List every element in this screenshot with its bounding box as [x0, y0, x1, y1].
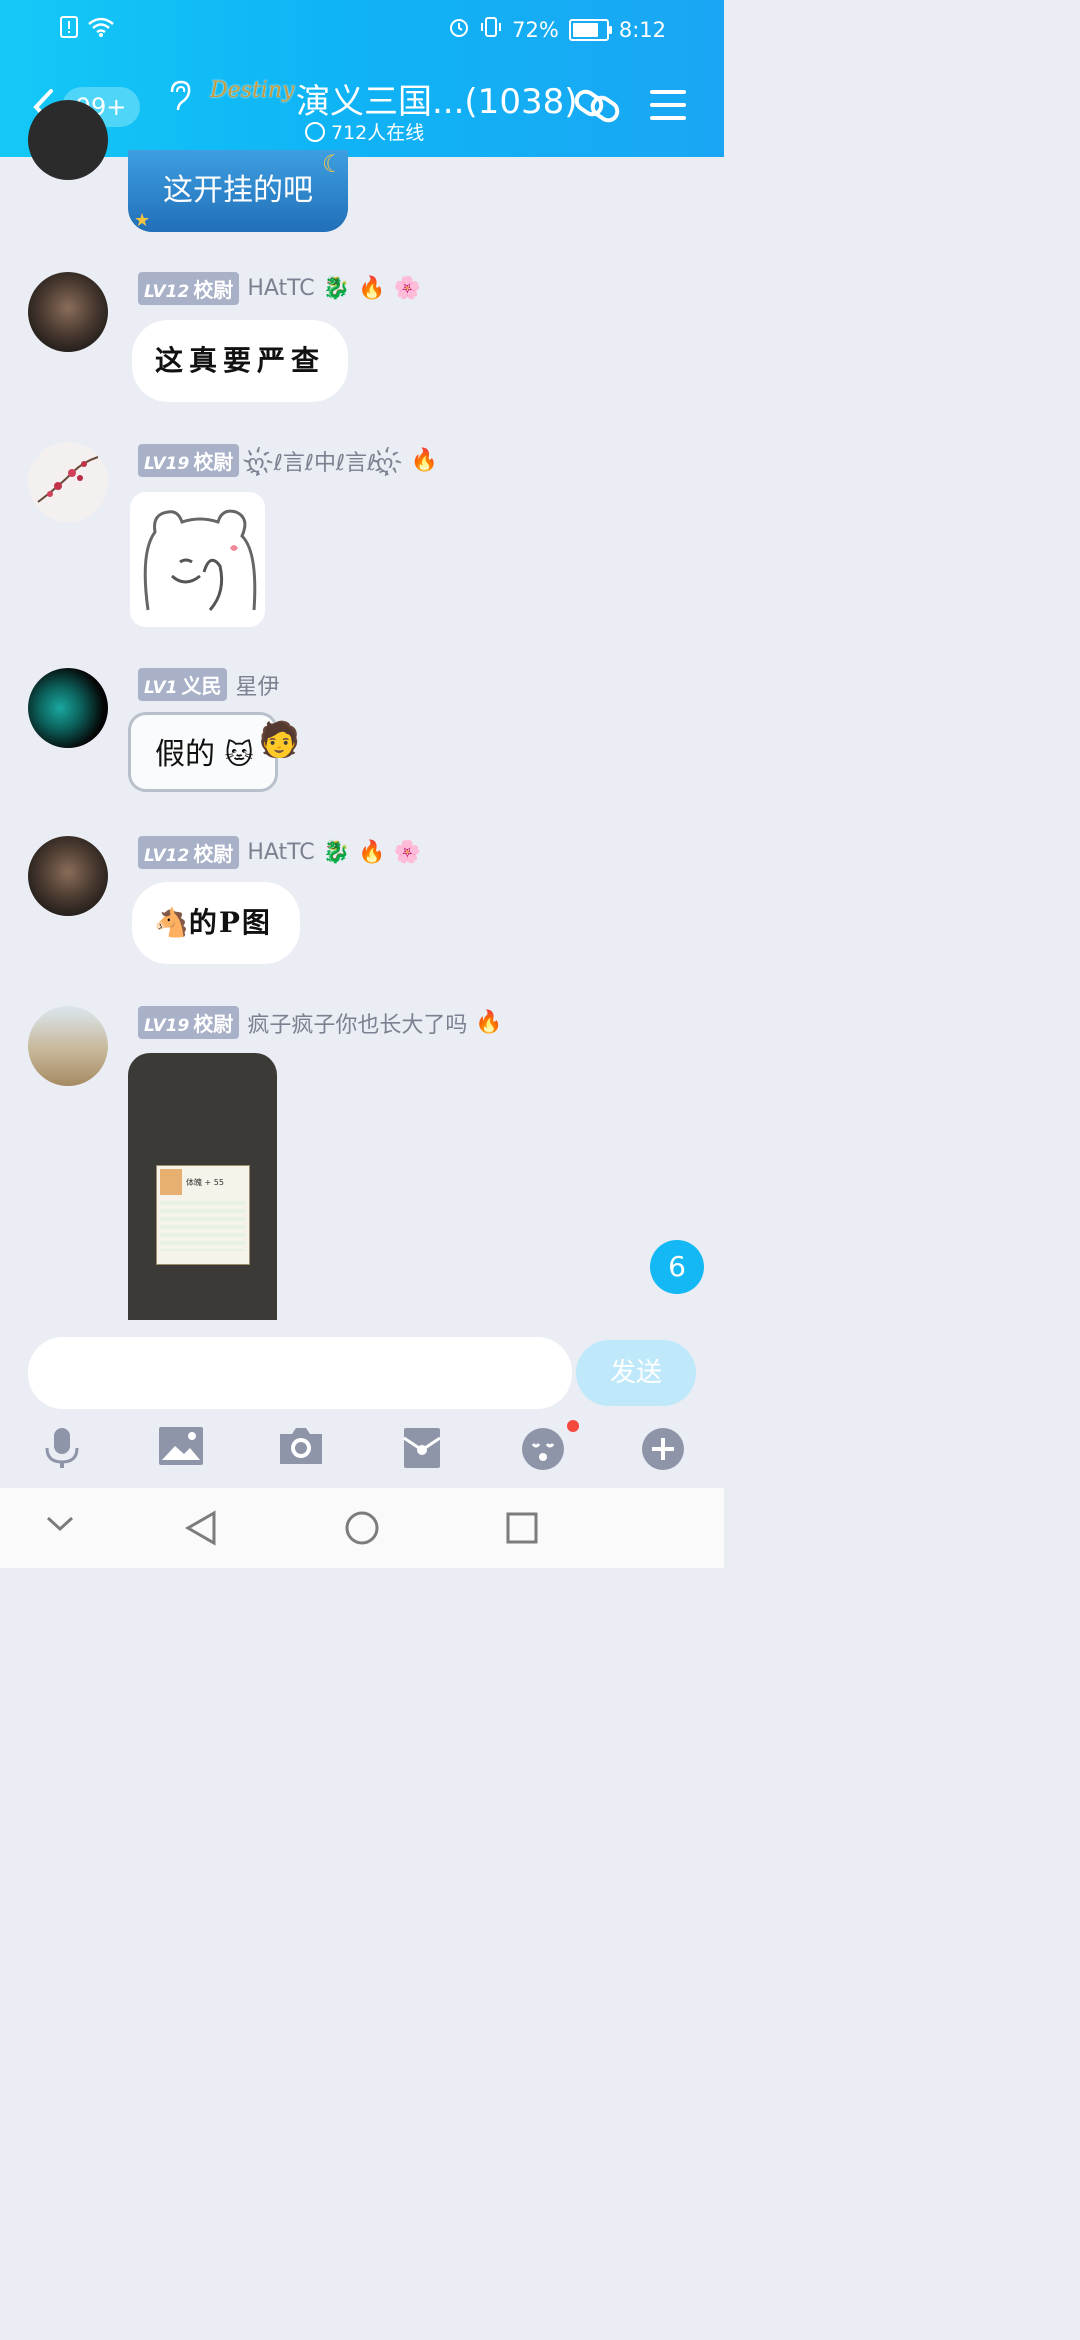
camera-icon[interactable] — [278, 1426, 322, 1470]
message-bubble[interactable]: 这真要严查 — [132, 320, 348, 402]
image-icon[interactable] — [158, 1426, 203, 1470]
level-badge: LV19 校尉 — [138, 444, 240, 477]
menu-icon[interactable] — [650, 90, 686, 122]
level-badge: LV1 义民 — [138, 668, 228, 701]
avatar[interactable] — [28, 100, 108, 180]
battery-percent: 72% — [512, 17, 559, 42]
battery-icon — [568, 18, 612, 41]
stat-list — [160, 1201, 246, 1251]
chevron-down-icon[interactable] — [46, 1516, 74, 1536]
status-bar: 72% 8:12 — [0, 12, 724, 46]
avatar[interactable] — [28, 272, 108, 352]
fire-icon: 🔥 — [358, 276, 386, 301]
red-packet-icon[interactable] — [400, 1426, 444, 1470]
game-item-popup: 体魄 + 55 — [156, 1165, 250, 1265]
sender-meta: LV12 校尉 HAtTC 🐉 🔥 🌸 — [138, 836, 421, 869]
alert-icon — [60, 16, 78, 43]
avatar[interactable] — [28, 668, 108, 748]
message-input[interactable] — [28, 1337, 572, 1409]
sender-meta: LV12 校尉 HAtTC 🐉 🔥 🌸 — [138, 272, 421, 305]
sender-name[interactable]: HAtTC — [247, 840, 314, 865]
fire-icon: 🔥 — [410, 448, 439, 473]
dragon-icon: 🐉 — [322, 276, 351, 301]
ear-icon[interactable] — [168, 80, 192, 119]
sender-name[interactable]: 星伊 — [235, 669, 279, 701]
image-message[interactable]: 体魄 + 55 — [128, 1053, 277, 1323]
online-icon — [305, 121, 325, 142]
avatar[interactable] — [28, 1006, 108, 1086]
message-bubble[interactable]: 🐴的P图 — [132, 882, 300, 964]
back-triangle-icon[interactable] — [184, 1510, 218, 1550]
wifi-icon — [88, 17, 114, 42]
star-icon: ★ — [134, 210, 151, 231]
chat-header: 72% 8:12 99+ Destiny 演义三国...(1038) 712人在… — [0, 0, 724, 157]
boy-sticker-icon: 🧑 — [258, 720, 301, 760]
sender-name[interactable]: HAtTC — [247, 276, 314, 301]
sender-name[interactable]: 疯子疯子你也长大了吗 — [247, 1007, 467, 1039]
cat-emoji-icon: 🐱 — [224, 738, 254, 771]
recents-square-icon[interactable] — [506, 1512, 538, 1548]
bear-sticker-image — [143, 509, 257, 611]
emoji-icon[interactable] — [520, 1426, 564, 1470]
level-badge: LV19 校尉 — [138, 1006, 240, 1039]
fire-icon: 🔥 — [475, 1010, 503, 1035]
sender-meta: LV1 义民 星伊 — [138, 668, 280, 701]
online-count[interactable]: 712人在线 — [305, 118, 424, 145]
plum-blossom-icon — [37, 456, 99, 503]
clock: 8:12 — [618, 17, 666, 42]
online-count-label: 712人在线 — [331, 122, 425, 144]
system-nav-bar — [0, 1488, 724, 1568]
sender-name[interactable]: ღ҉ℓ言ℓ中ℓ言ℓღ҉ — [247, 445, 402, 477]
flower-icon: 🌸 — [393, 840, 421, 865]
sender-meta: LV19 校尉 ღ҉ℓ言ℓ中ℓ言ℓღ҉ 🔥 — [138, 444, 438, 477]
group-title[interactable]: 演义三国...(1038) — [296, 74, 577, 123]
group-logo: Destiny — [210, 78, 295, 103]
alarm-icon — [448, 16, 470, 43]
item-icon — [160, 1169, 182, 1195]
unread-count-badge[interactable]: 6 — [650, 1240, 704, 1294]
microphone-icon[interactable] — [40, 1426, 84, 1470]
home-circle-icon[interactable] — [344, 1510, 380, 1550]
fire-icon: 🔥 — [358, 840, 386, 865]
message-text: 的P图 — [188, 906, 272, 939]
sender-meta: LV19 校尉 疯子疯子你也长大了吗 🔥 — [138, 1006, 503, 1039]
message-text: 假的 — [155, 737, 215, 772]
flower-icon: 🌸 — [393, 276, 421, 301]
notification-dot — [567, 1420, 579, 1432]
horse-emoji-icon: 🐴 — [154, 906, 189, 939]
send-button[interactable]: 发送 — [576, 1340, 696, 1406]
level-badge: LV12 校尉 — [138, 836, 240, 869]
moon-icon: ☾ — [322, 150, 344, 178]
plus-icon[interactable] — [640, 1426, 684, 1470]
avatar[interactable] — [28, 442, 108, 522]
message-bubble[interactable]: 假的 🐱 — [128, 712, 278, 792]
link-icon[interactable] — [572, 84, 622, 128]
vibrate-icon — [480, 16, 502, 43]
bear-sticker[interactable] — [130, 492, 265, 627]
dragon-icon: 🐉 — [322, 840, 351, 865]
message-bubble[interactable]: 这开挂的吧 — [128, 150, 348, 232]
level-badge: LV12 校尉 — [138, 272, 240, 305]
item-stat: 体魄 + 55 — [186, 1177, 224, 1187]
avatar[interactable] — [28, 836, 108, 916]
